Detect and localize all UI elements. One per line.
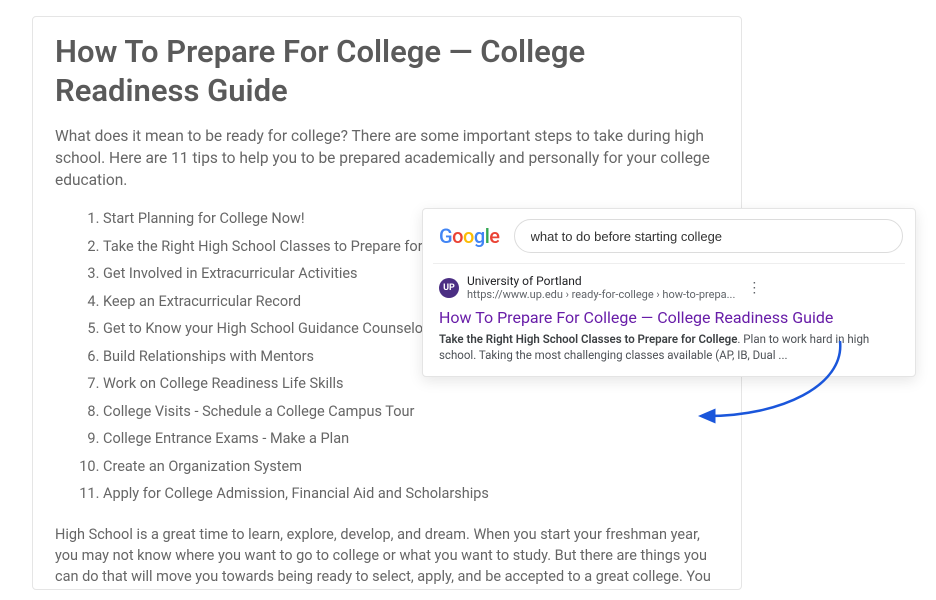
site-name: University of Portland [467, 274, 735, 288]
search-input[interactable] [514, 219, 903, 253]
search-result[interactable]: UP University of Portland https://www.up… [433, 263, 905, 364]
site-favicon: UP [439, 278, 459, 298]
google-logo: Google [435, 224, 500, 248]
article-body: High School is a great time to learn, ex… [55, 524, 719, 590]
kebab-icon[interactable]: ⋮ [747, 280, 761, 296]
list-item: College Visits - Schedule a College Camp… [103, 398, 719, 425]
article-intro: What does it mean to be ready for colleg… [55, 125, 719, 192]
result-snippet: Take the Right High School Classes to Pr… [439, 331, 899, 364]
site-url: https://www.up.edu › ready-for-college ›… [467, 288, 735, 301]
serp-header: Google [433, 217, 905, 263]
result-title[interactable]: How To Prepare For College — College Rea… [439, 308, 899, 327]
list-item: Apply for College Admission, Financial A… [103, 481, 719, 508]
list-item: Create an Organization System [103, 453, 719, 480]
snippet-bold: Take the Right High School Classes to Pr… [439, 332, 737, 346]
list-item: College Entrance Exams - Make a Plan [103, 426, 719, 453]
article-title: How To Prepare For College — College Rea… [55, 33, 719, 111]
serp-card: Google UP University of Portland https:/… [422, 208, 916, 377]
result-header: UP University of Portland https://www.up… [439, 274, 899, 302]
